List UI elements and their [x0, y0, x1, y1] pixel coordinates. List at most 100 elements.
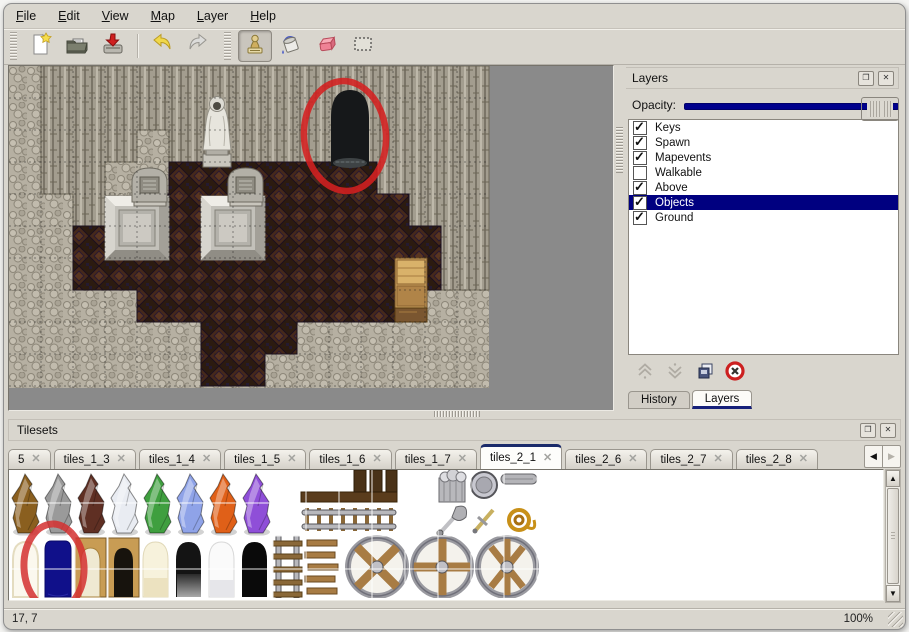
menu-item[interactable]: Help [250, 9, 276, 23]
tilesets-panel-title: Tilesets [17, 423, 856, 437]
tab-close-icon[interactable] [202, 454, 211, 465]
tileset-canvas[interactable] [8, 469, 884, 601]
tilesets-panel: Tilesets ❐ ✕ 5 tiles_1_3 tiles_1_4 [4, 419, 905, 608]
new-file-icon [28, 31, 54, 62]
menu-item[interactable]: Map [151, 9, 175, 23]
vertical-splitter-grip[interactable] [616, 127, 623, 173]
toolbar [4, 29, 905, 65]
turntable [413, 538, 471, 596]
scroll-up-icon[interactable]: ▲ [886, 470, 900, 487]
layers-panel: Layers ❐ ✕ Opacity: Keys Spawn [626, 65, 905, 409]
tab-close-icon[interactable] [31, 454, 40, 465]
toolbar-drag-handle[interactable] [10, 32, 17, 60]
layer-row[interactable]: Mapevents [629, 150, 898, 165]
fill-tool-button[interactable] [274, 30, 308, 62]
tab-close-icon[interactable] [714, 454, 723, 465]
open-folder-icon [64, 31, 90, 62]
tab-close-icon[interactable] [117, 454, 126, 465]
layer-row[interactable]: Ground [629, 210, 898, 225]
vertical-splitter[interactable] [614, 65, 626, 409]
scrollbar-thumb[interactable] [887, 488, 899, 584]
horizontal-splitter-grip[interactable] [434, 411, 480, 417]
close-panel-icon[interactable]: ✕ [878, 71, 894, 86]
select-tool-button[interactable] [346, 30, 380, 62]
layer-visibility-checkbox[interactable] [633, 211, 647, 225]
close-panel-icon[interactable]: ✕ [880, 423, 896, 438]
redo-button[interactable] [181, 30, 215, 62]
resize-grip[interactable] [888, 612, 903, 627]
layer-row[interactable]: Keys [629, 120, 898, 135]
tab-close-icon[interactable] [372, 454, 381, 465]
tab-close-icon[interactable] [799, 454, 808, 465]
tileset-tab[interactable]: tiles_1_4 [139, 449, 221, 469]
layers-panel-header: Layers ❐ ✕ [626, 67, 899, 89]
float-panel-icon[interactable]: ❐ [858, 71, 874, 86]
selection-icon [350, 31, 376, 62]
layer-visibility-checkbox[interactable] [633, 121, 647, 135]
map-canvas[interactable] [8, 65, 614, 411]
layer-list: Keys Spawn Mapevents Walkable Above [628, 119, 899, 355]
tileset-tab[interactable]: tiles_2_1 [480, 444, 562, 469]
layer-row[interactable]: Above [629, 180, 898, 195]
opacity-slider[interactable] [684, 97, 899, 113]
status-bar: 17, 7 100% [4, 608, 905, 629]
layer-visibility-checkbox[interactable] [633, 196, 647, 210]
tab-close-icon[interactable] [543, 453, 552, 464]
cave-entrance [331, 90, 369, 168]
tileset-tab[interactable]: tiles_2_7 [650, 449, 732, 469]
menu-item[interactable]: File [16, 9, 36, 23]
dock-tab[interactable]: History [628, 391, 690, 409]
toolbar-separator [137, 34, 138, 58]
undo-button[interactable] [145, 30, 179, 62]
layer-row[interactable]: Walkable [629, 165, 898, 180]
delete-layer-button[interactable] [724, 360, 746, 382]
tileset-tab-label: tiles_2_7 [660, 454, 706, 466]
undo-icon [149, 31, 175, 62]
move-layer-up-button[interactable] [634, 360, 656, 382]
tileset-tab[interactable]: tiles_2_6 [565, 449, 647, 469]
tileset-tab-label: tiles_1_6 [319, 454, 365, 466]
duplicate-layer-button[interactable] [694, 360, 716, 382]
layer-visibility-checkbox[interactable] [633, 166, 647, 180]
move-layer-down-button[interactable] [664, 360, 686, 382]
layer-visibility-checkbox[interactable] [633, 181, 647, 195]
layer-row[interactable]: Objects [629, 195, 898, 210]
opacity-row: Opacity: [632, 93, 899, 117]
layer-name: Objects [655, 197, 694, 209]
tileset-tab[interactable]: 5 [8, 449, 51, 469]
tab-scroll-left-button[interactable]: ◀ [864, 445, 883, 468]
scroll-down-icon[interactable]: ▼ [886, 585, 900, 602]
tileset-tab[interactable]: tiles_1_7 [395, 449, 477, 469]
tileset-tab[interactable]: tiles_1_5 [224, 449, 306, 469]
save-map-button[interactable] [96, 30, 130, 62]
layer-row[interactable]: Spawn [629, 135, 898, 150]
tileset-tab[interactable]: tiles_1_6 [309, 449, 391, 469]
paint-bucket-icon [278, 31, 304, 62]
dock-tab-bar: HistoryLayers [626, 387, 899, 409]
opacity-label: Opacity: [632, 98, 676, 112]
open-map-button[interactable] [60, 30, 94, 62]
tab-scroll-right-button[interactable]: ▶ [883, 445, 901, 468]
menu-item[interactable]: Edit [58, 9, 80, 23]
float-panel-icon[interactable]: ❐ [860, 423, 876, 438]
layer-visibility-checkbox[interactable] [633, 136, 647, 150]
tileset-tab[interactable]: tiles_2_8 [736, 449, 818, 469]
tileset-tab[interactable]: tiles_1_3 [54, 449, 136, 469]
opacity-slider-handle[interactable] [861, 97, 899, 121]
menu-item[interactable]: View [102, 9, 129, 23]
tileset-vertical-scrollbar[interactable]: ▲ ▼ [885, 469, 901, 603]
tab-close-icon[interactable] [628, 454, 637, 465]
tab-close-icon[interactable] [458, 454, 467, 465]
menu-item[interactable]: Layer [197, 9, 228, 23]
eraser-tool-button[interactable] [310, 30, 344, 62]
horizontal-splitter[interactable] [4, 409, 905, 419]
layer-visibility-checkbox[interactable] [633, 151, 647, 165]
tab-close-icon[interactable] [287, 454, 296, 465]
layer-name: Walkable [655, 167, 702, 179]
redo-icon [185, 31, 211, 62]
toolbar-drag-handle-2[interactable] [224, 32, 231, 60]
screenshot-root: File Edit View Map Layer Help [0, 0, 909, 632]
new-file-button[interactable] [24, 30, 58, 62]
dock-tab[interactable]: Layers [692, 390, 753, 409]
stamp-tool-button[interactable] [238, 30, 272, 62]
